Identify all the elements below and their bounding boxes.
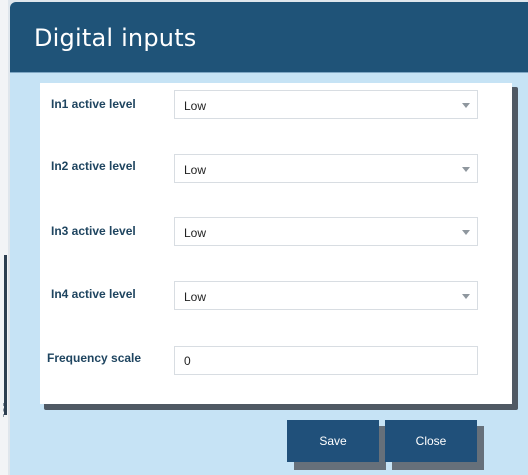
in3-active-level-select[interactable]: Low <box>174 217 478 246</box>
in3-active-level-label: In3 active level <box>51 224 136 238</box>
chevron-down-icon <box>462 230 470 235</box>
dialog-titlebar[interactable]: Digital inputs <box>10 2 528 73</box>
in4-active-level-select[interactable]: Low <box>174 281 478 310</box>
dialog-title: Digital inputs <box>34 24 197 52</box>
frequency-scale-label: Frequency scale <box>47 351 142 365</box>
in4-active-level-value: Low <box>184 290 207 304</box>
background-marker <box>3 403 7 417</box>
close-button[interactable]: Close <box>385 420 477 462</box>
in1-active-level-value: Low <box>184 99 207 113</box>
in1-active-level-select[interactable]: Low <box>174 90 478 119</box>
in2-active-level-label: In2 active level <box>51 159 136 173</box>
chevron-down-icon <box>462 103 470 108</box>
background-divider <box>4 255 7 415</box>
in2-active-level-value: Low <box>184 163 207 177</box>
digital-inputs-dialog: Digital inputs In1 active level Low In2 … <box>10 2 528 475</box>
chevron-down-icon <box>462 294 470 299</box>
in2-active-level-select[interactable]: Low <box>174 154 478 183</box>
frequency-scale-input[interactable] <box>174 346 478 375</box>
form-panel: In1 active level Low In2 active level Lo… <box>40 83 512 404</box>
in4-active-level-label: In4 active level <box>51 287 136 301</box>
in3-active-level-value: Low <box>184 226 207 240</box>
save-button[interactable]: Save <box>287 420 379 462</box>
in1-active-level-label: In1 active level <box>51 97 136 111</box>
chevron-down-icon <box>462 167 470 172</box>
